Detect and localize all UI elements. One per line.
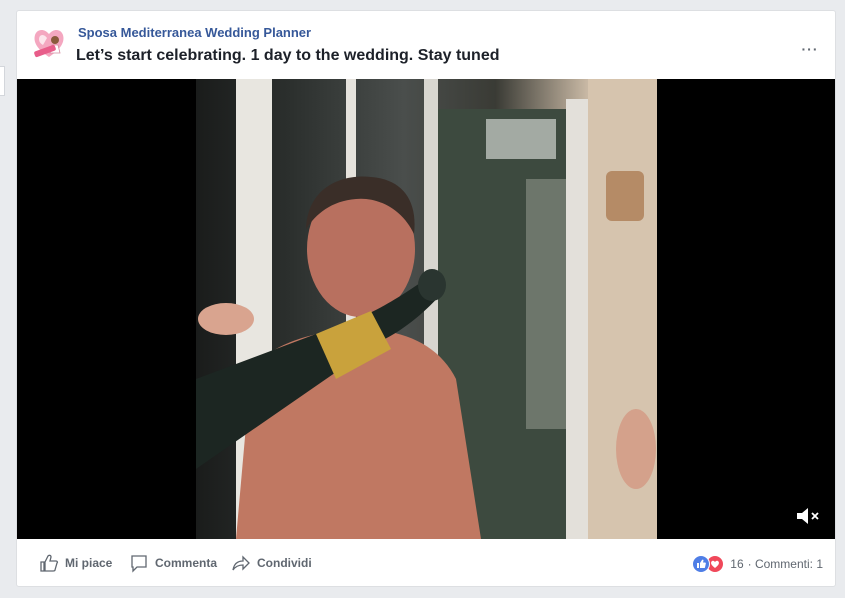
page-name-link[interactable]: Sposa Mediterranea Wedding Planner	[78, 25, 311, 40]
comment-button[interactable]: Commenta	[129, 553, 217, 573]
comment-bubble-icon	[131, 555, 147, 573]
share-arrow-icon	[232, 555, 250, 571]
post-text: Let’s start celebrating. 1 day to the we…	[76, 47, 500, 64]
side-panel-tab[interactable]	[0, 66, 5, 96]
reaction-summary[interactable]: 16 · Commenti: 1	[692, 555, 823, 573]
post-header: Sposa Mediterranea Wedding Planner Let’s…	[17, 11, 835, 79]
post-footer: Mi piace Commenta Condividi 16 · Comment…	[17, 539, 835, 586]
like-button[interactable]: Mi piace	[39, 553, 112, 573]
share-button[interactable]: Condividi	[231, 553, 312, 573]
share-label: Condividi	[257, 556, 312, 570]
speaker-muted-icon[interactable]	[795, 505, 821, 527]
comment-label: Commenta	[155, 556, 218, 570]
thumbs-up-icon	[40, 554, 59, 572]
comment-count-link[interactable]: · Commenti: 1	[748, 557, 823, 571]
wedding-logo-icon[interactable]	[29, 23, 69, 63]
video-frame	[196, 79, 657, 539]
like-reaction-icon	[692, 555, 711, 573]
more-options-button[interactable]: ···	[799, 41, 821, 57]
post-card: Sposa Mediterranea Wedding Planner Let’s…	[16, 10, 836, 587]
like-label: Mi piace	[65, 556, 113, 570]
video-player[interactable]	[17, 79, 835, 539]
reaction-count: 16	[730, 557, 744, 571]
